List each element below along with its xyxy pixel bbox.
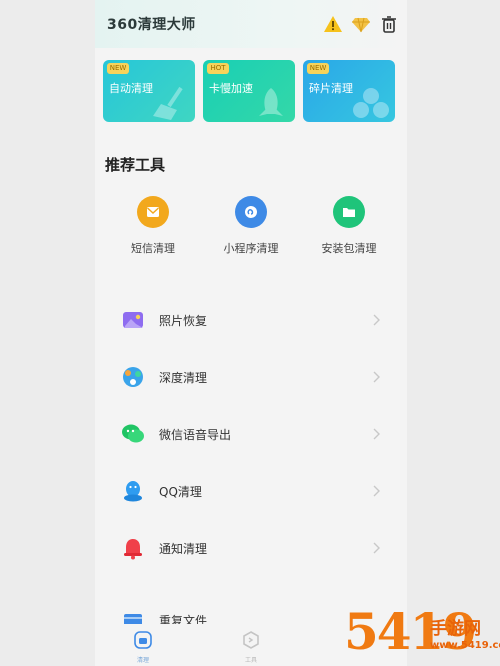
list-item-wechat-voice-export[interactable]: 微信语音导出 [95,414,407,454]
list-item-label: 照片恢复 [159,314,208,328]
broom-icon [153,86,183,120]
card-tag: HOT [207,63,229,74]
bell-icon [124,539,142,560]
fragments-icon [353,88,389,118]
fragment-clean-card[interactable]: NEW 碎片清理 [303,60,395,122]
tab-label: 清理 [136,657,149,664]
tool-label: 安装包清理 [321,242,377,255]
list-item-notification-clean[interactable]: 通知清理 [95,528,407,568]
speed-up-card[interactable]: HOT 卡慢加速 [203,60,295,122]
list-item-label: 通知清理 [159,542,208,556]
card-tag: NEW [107,63,129,74]
vip-diamond-icon[interactable] [351,14,371,34]
deep-clean-icon [123,367,143,387]
section-title: 推荐工具 [105,156,166,174]
watermark-url: www.5419.com [430,640,500,651]
trash-icon[interactable] [379,14,399,34]
screenshot-page: 360清理大师 NEW 自动清理 HOT 卡慢加速 NEW 碎片清理 推荐工具 … [0,0,500,666]
apk-clean-tool[interactable]: 安装包清理 [299,196,399,256]
app-header: 360清理大师 [95,0,407,48]
mini-program-clean-tool[interactable]: 小程序清理 [201,196,301,256]
card-label: 自动清理 [109,82,153,95]
header-actions [323,14,399,34]
folder-icon [333,196,365,228]
app-title: 360清理大师 [107,17,196,33]
tool-label: 小程序清理 [223,242,279,255]
mini-program-icon [235,196,267,228]
chevron-right-icon [373,428,380,440]
clean-tab-icon [134,631,152,649]
tool-label: 短信清理 [131,242,175,255]
chevron-right-icon [373,542,380,554]
list-item-label: 微信语音导出 [159,428,232,442]
list-item-label: QQ清理 [159,485,202,499]
recommended-tools: 短信清理 小程序清理 安装包清理 [95,196,407,266]
list-item-qq-clean[interactable]: QQ清理 [95,471,407,511]
wechat-icon [122,424,144,443]
tab-label: 工具 [244,657,257,664]
app-screen: 360清理大师 NEW 自动清理 HOT 卡慢加速 NEW 碎片清理 推荐工具 … [95,0,407,666]
tab-clean[interactable]: 清理 [123,630,163,664]
list-item-photo-recovery[interactable]: 照片恢复 [95,300,407,340]
chevron-right-icon [373,314,380,326]
card-label: 碎片清理 [309,82,353,95]
chevron-right-icon [373,485,380,497]
sms-clean-tool[interactable]: 短信清理 [103,196,203,256]
list-item-deep-clean[interactable]: 深度清理 [95,357,407,397]
chevron-right-icon [373,371,380,383]
list-item-label: 深度清理 [159,371,208,385]
card-tag: NEW [307,63,329,74]
site-watermark: 5419 手游网 www.5419.com [344,604,500,666]
tab-tools[interactable]: 工具 [231,630,271,664]
auto-clean-card[interactable]: NEW 自动清理 [103,60,195,122]
photo-icon [123,312,143,328]
rocket-icon [259,88,283,116]
watermark-name: 手游网 [430,619,481,639]
feature-cards: NEW 自动清理 HOT 卡慢加速 NEW 碎片清理 [103,60,399,122]
card-label: 卡慢加速 [209,82,253,95]
tools-tab-icon [243,631,259,649]
qq-icon [124,481,142,502]
warning-icon[interactable] [323,14,343,34]
message-icon [137,196,169,228]
